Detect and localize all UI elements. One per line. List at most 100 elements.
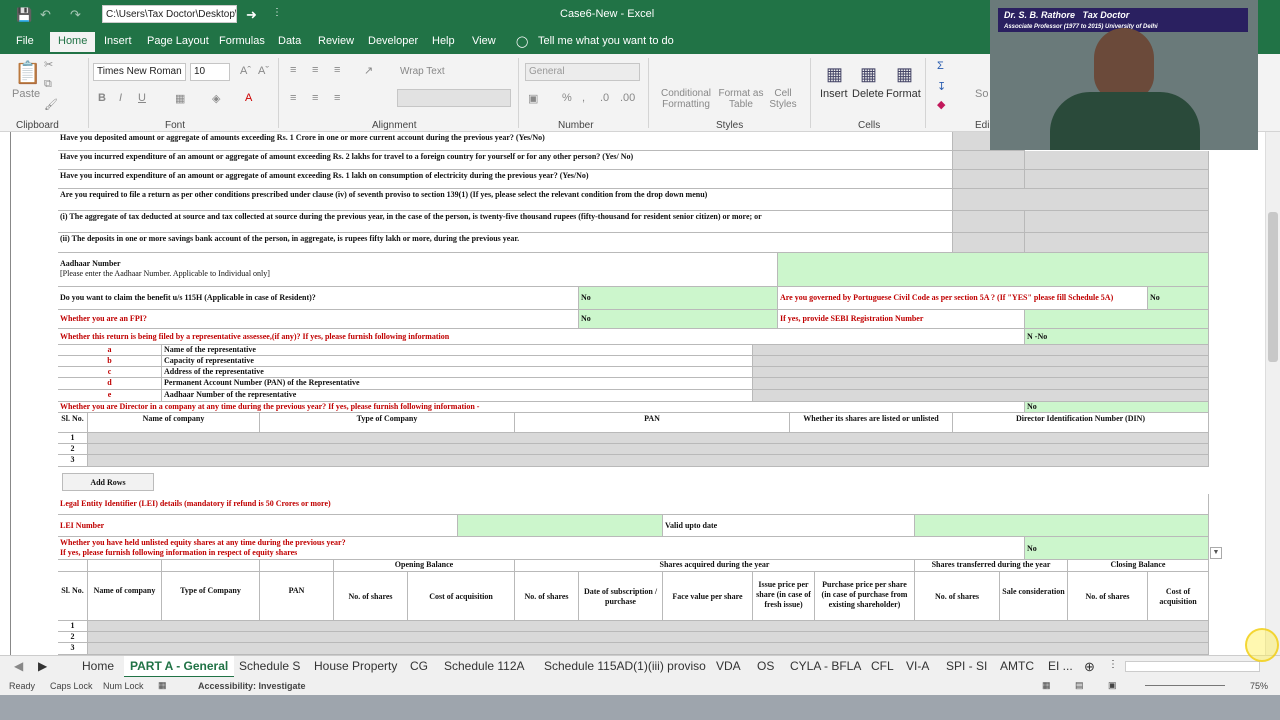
tab-help[interactable]: Help	[432, 35, 455, 47]
aadhaar-label[interactable]: Aadhaar Number [Please enter the Aadhaar …	[58, 253, 778, 287]
format-cells-icon[interactable]: ▦	[896, 64, 913, 85]
sheet-tab[interactable]: Schedule 112A	[444, 659, 525, 673]
sheet-tab[interactable]: CG	[410, 659, 428, 673]
sheet-tab[interactable]: Schedule 115AD(1)(iii) proviso	[544, 659, 706, 673]
merge-center-button[interactable]	[397, 89, 511, 107]
page-layout-view-icon[interactable]: ▤	[1075, 680, 1084, 691]
question-cell[interactable]: Have you incurred expenditure of an amou…	[58, 170, 953, 189]
portuguese-value[interactable]: No	[1148, 287, 1209, 310]
fpi-value[interactable]: No	[579, 310, 778, 329]
tab-home[interactable]: Home	[50, 32, 96, 54]
question-cell[interactable]: (i) The aggregate of tax deducted at sou…	[58, 211, 953, 233]
answer-cell[interactable]	[1025, 170, 1209, 189]
next-sheet-icon[interactable]: ▶	[38, 659, 47, 673]
align-left-icon[interactable]: ≡	[290, 92, 296, 104]
portuguese-label[interactable]: Are you governed by Portuguese Civil Cod…	[778, 287, 1148, 310]
sheet-tab[interactable]: CFL	[871, 659, 894, 673]
dropdown-arrow-icon[interactable]: ▼	[1210, 547, 1222, 559]
tab-developer[interactable]: Developer	[368, 35, 418, 47]
delete-cells-button[interactable]: Delete	[852, 88, 884, 100]
fill-color-icon[interactable]: ◈	[212, 92, 220, 105]
paste-label[interactable]: Paste	[12, 88, 40, 100]
tell-me-box[interactable]: Tell me what you want to do	[538, 35, 674, 47]
normal-view-icon[interactable]: ▦	[1042, 680, 1051, 691]
sheet-tab[interactable]: AMTC	[1000, 659, 1034, 673]
clear-icon[interactable]: ◆	[937, 98, 945, 111]
align-right-icon[interactable]: ≡	[334, 92, 340, 104]
fpi-label[interactable]: Whether you are an FPI?	[58, 310, 579, 329]
sheet-tab[interactable]: CYLA - BFLA	[790, 659, 861, 673]
borders-icon[interactable]: ▦	[175, 92, 185, 105]
question-cell[interactable]: Are you required to file a return as per…	[58, 189, 953, 211]
115h-value[interactable]: No	[579, 287, 778, 310]
decrease-decimal-icon[interactable]: .00	[620, 92, 635, 104]
redo-icon[interactable]: ↷	[70, 7, 81, 23]
copy-icon[interactable]: ⧉	[44, 78, 52, 91]
rep-item-input[interactable]	[753, 378, 1209, 390]
macro-record-icon[interactable]: ▦	[158, 680, 167, 691]
more-sheets-icon[interactable]: ⋮	[1108, 659, 1118, 670]
representative-value[interactable]: N -No	[1025, 329, 1209, 345]
font-color-icon[interactable]: A	[245, 92, 252, 104]
format-cells-button[interactable]: Format	[886, 88, 921, 100]
worksheet-grid[interactable]: Have you deposited amount or aggregate o…	[0, 132, 1265, 655]
go-arrow-icon[interactable]: ➜	[246, 7, 257, 23]
bold-icon[interactable]: B	[98, 92, 106, 104]
accounting-icon[interactable]: ▣	[528, 92, 538, 105]
underline-icon[interactable]: U	[138, 92, 146, 104]
sebi-label[interactable]: If yes, provide SEBI Registration Number	[778, 310, 1025, 329]
lei-number-input[interactable]	[458, 515, 663, 537]
sheet-tab[interactable]: Home	[82, 659, 114, 673]
sheet-tab-active[interactable]: PART A - General	[124, 656, 235, 678]
italic-icon[interactable]: I	[119, 92, 122, 104]
sort-filter-button[interactable]: So	[975, 88, 988, 100]
wrap-text-button[interactable]: Wrap Text	[400, 66, 445, 77]
prev-sheet-icon[interactable]: ◀	[14, 659, 23, 673]
horizontal-scrollbar[interactable]	[1125, 661, 1260, 672]
valid-upto-input[interactable]	[915, 515, 1209, 537]
answer-cell[interactable]	[953, 170, 1025, 189]
align-bottom-icon[interactable]: ≡	[334, 64, 340, 76]
tab-data[interactable]: Data	[278, 35, 301, 47]
answer-cell[interactable]	[953, 233, 1025, 253]
format-painter-icon[interactable]: 🖌	[44, 98, 58, 111]
number-format-select[interactable]: General	[525, 63, 640, 81]
tab-page-layout[interactable]: Page Layout	[147, 35, 209, 47]
save-icon[interactable]: 💾	[16, 7, 32, 23]
rep-item-input[interactable]	[753, 390, 1209, 402]
grow-font-icon[interactable]: Aˆ	[240, 65, 251, 77]
director-row[interactable]	[88, 455, 1209, 467]
answer-cell[interactable]	[1025, 211, 1209, 233]
rep-item-input[interactable]	[753, 356, 1209, 367]
rep-item-input[interactable]	[753, 367, 1209, 378]
director-value[interactable]: No	[1025, 402, 1209, 413]
director-row[interactable]	[88, 444, 1209, 455]
comma-icon[interactable]: ,	[582, 92, 585, 104]
question-cell[interactable]: Have you incurred expenditure of an amou…	[58, 151, 953, 170]
sheet-tab[interactable]: EI ...	[1048, 659, 1073, 673]
rep-item-input[interactable]	[753, 345, 1209, 356]
sheet-tab[interactable]: VDA	[716, 659, 741, 673]
tab-review[interactable]: Review	[318, 35, 354, 47]
align-center-icon[interactable]: ≡	[312, 92, 318, 104]
undo-icon[interactable]: ↶	[40, 7, 51, 23]
sheet-tab[interactable]: House Property	[314, 659, 397, 673]
answer-cell[interactable]	[953, 189, 1209, 211]
tab-view[interactable]: View	[472, 35, 496, 47]
align-top-icon[interactable]: ≡	[290, 64, 296, 76]
insert-cells-button[interactable]: Insert	[820, 88, 848, 100]
fill-icon[interactable]: ↧	[937, 80, 946, 93]
equity-row[interactable]	[88, 632, 1209, 643]
path-box[interactable]: C:\Users\Tax Doctor\Desktop\C	[102, 5, 237, 23]
director-label[interactable]: Whether you are Director in a company at…	[58, 402, 1025, 413]
conditional-formatting-button[interactable]: Conditional Formatting	[658, 88, 714, 110]
customize-qat-icon[interactable]: ⋮	[272, 7, 282, 18]
director-row[interactable]	[88, 433, 1209, 444]
115h-label[interactable]: Do you want to claim the benefit u/s 115…	[58, 287, 579, 310]
shrink-font-icon[interactable]: Aˇ	[258, 65, 269, 77]
font-name-select[interactable]: Times New Roman	[93, 63, 186, 81]
percent-icon[interactable]: %	[562, 92, 572, 104]
unlisted-label[interactable]: Whether you have held unlisted equity sh…	[58, 537, 1025, 560]
sheet-tab[interactable]: Schedule S	[239, 659, 300, 673]
autosum-icon[interactable]: Σ	[937, 60, 944, 72]
